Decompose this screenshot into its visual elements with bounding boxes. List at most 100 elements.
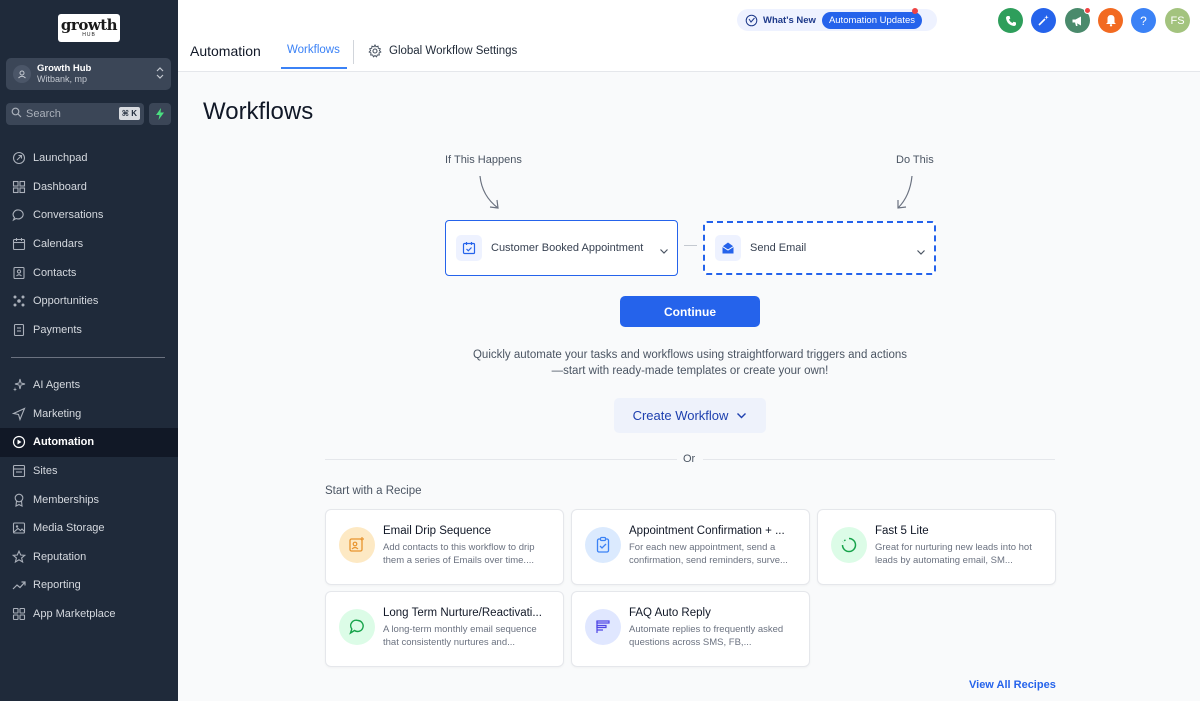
sidebar-item-label: Payments — [33, 323, 82, 336]
location-icon — [13, 65, 31, 83]
page-section-title: Automation — [190, 43, 261, 59]
logo[interactable]: growth HUB — [58, 14, 120, 42]
avatar[interactable]: FS — [1165, 8, 1190, 33]
sidebar-item-reporting[interactable]: Reporting — [0, 571, 178, 600]
sidebar-item-app-marketplace[interactable]: App Marketplace — [0, 600, 178, 629]
recipe-description: Great for nurturing new leads into hot l… — [875, 542, 1032, 566]
trigger-select[interactable]: Customer Booked Appointment — [445, 220, 678, 276]
tab-divider — [353, 40, 354, 64]
help-button[interactable]: ? — [1131, 8, 1156, 33]
dashboard-icon — [12, 180, 26, 193]
account-switcher[interactable]: Growth Hub Witbank, mp — [6, 58, 171, 90]
sidebar-item-memberships[interactable]: Memberships — [0, 485, 178, 514]
logo-text: growth — [60, 16, 118, 34]
sidebar-item-media-storage[interactable]: Media Storage — [0, 514, 178, 543]
payments-icon — [13, 323, 25, 336]
whats-new-icon — [745, 14, 758, 26]
sidebar-item-label: Opportunities — [33, 295, 99, 308]
sidebar-item-label: Dashboard — [33, 180, 87, 193]
tab-global-workflow-settings[interactable]: Global Workflow Settings — [368, 44, 517, 58]
magic-wand-icon — [1038, 15, 1049, 26]
magic-button[interactable] — [1031, 8, 1056, 33]
curved-arrow-icon — [479, 175, 499, 209]
action-select[interactable]: Send Email — [703, 221, 936, 275]
bell-icon — [1105, 15, 1116, 27]
sidebar-item-automation[interactable]: Automation — [0, 428, 178, 457]
recipe-title: Appointment Confirmation + ... — [629, 525, 785, 537]
sidebar-nav-secondary: AI Agents Marketing Automation Sites Mem… — [0, 371, 178, 628]
recipe-card-appointment-confirmation[interactable]: Appointment Confirmation + ... For each … — [571, 509, 810, 585]
view-all-recipes-link[interactable]: View All Recipes — [969, 679, 1056, 691]
email-open-icon — [715, 235, 741, 261]
sidebar-item-label: Reputation — [33, 550, 87, 563]
curved-arrow-icon — [897, 175, 913, 209]
sidebar-item-label: AI Agents — [33, 379, 81, 392]
sidebar-item-opportunities[interactable]: Opportunities — [0, 287, 178, 316]
whats-new-pill[interactable]: What's New Automation Updates — [737, 8, 937, 31]
page-title: Workflows — [203, 98, 314, 125]
automation-updates-badge[interactable]: Automation Updates — [821, 11, 923, 29]
sidebar-item-label: Sites — [33, 465, 58, 478]
automation-icon — [12, 436, 26, 449]
recipe-title: Long Term Nurture/Reactivati... — [383, 607, 542, 619]
email-drip-icon — [339, 527, 375, 563]
top-bar: Automation Workflows Global Workflow Set… — [178, 0, 1200, 72]
clipboard-check-icon — [585, 527, 621, 563]
sidebar-item-label: Memberships — [33, 493, 100, 506]
quick-actions-button[interactable] — [149, 103, 171, 125]
connector-line — [684, 245, 697, 246]
membership-icon — [14, 493, 24, 507]
sidebar-nav-primary: Launchpad Dashboard Conversations Calend… — [0, 144, 178, 344]
sidebar-item-calendars[interactable]: Calendars — [0, 230, 178, 259]
sidebar-item-label: Calendars — [33, 238, 84, 251]
sidebar-item-marketing[interactable]: Marketing — [0, 400, 178, 429]
calendar-check-icon — [456, 235, 482, 261]
recipe-card-faq-auto-reply[interactable]: FAQ Auto Reply Automate replies to frequ… — [571, 591, 810, 667]
account-location: Witbank, mp — [37, 74, 88, 84]
search-shortcut: ⌘ K — [118, 107, 140, 120]
announcements-button[interactable] — [1065, 7, 1091, 33]
sidebar-item-contacts[interactable]: Contacts — [0, 258, 178, 287]
recipe-description: Add contacts to this workflow to drip th… — [383, 542, 535, 566]
phone-icon — [1005, 15, 1016, 26]
sidebar-item-reputation[interactable]: Reputation — [0, 543, 178, 572]
sidebar-item-launchpad[interactable]: Launchpad — [0, 144, 178, 173]
sidebar-divider — [11, 357, 165, 358]
sidebar-item-ai-agents[interactable]: AI Agents — [0, 371, 178, 400]
chevron-down-icon — [916, 244, 926, 262]
notifications-button[interactable] — [1098, 8, 1123, 33]
star-icon — [12, 549, 26, 564]
search-box[interactable]: ⌘ K — [6, 103, 144, 125]
rocket-icon — [12, 152, 26, 165]
search-icon — [11, 105, 22, 123]
recipe-title: FAQ Auto Reply — [629, 607, 711, 619]
message-bubble-icon — [339, 609, 375, 645]
sidebar-item-label: Reporting — [33, 579, 81, 592]
search-input[interactable] — [26, 108, 116, 120]
recipe-card-fast-5-lite[interactable]: Fast 5 Lite Great for nurturing new lead… — [817, 509, 1056, 585]
recipe-description: For each new appointment, send a confirm… — [629, 542, 788, 566]
sparkle-icon — [13, 379, 26, 392]
sidebar-item-label: App Marketplace — [33, 608, 116, 621]
create-workflow-button[interactable]: Create Workflow — [614, 398, 766, 433]
recipe-heading: Start with a Recipe — [325, 485, 422, 497]
chevron-updown-icon — [156, 66, 164, 85]
do-this-label: Do This — [896, 154, 934, 166]
sidebar-item-payments[interactable]: Payments — [0, 316, 178, 345]
sidebar-item-sites[interactable]: Sites — [0, 457, 178, 486]
account-name: Growth Hub — [37, 63, 92, 74]
sidebar-item-label: Launchpad — [33, 152, 88, 165]
tab-label: Global Workflow Settings — [389, 45, 518, 57]
continue-button[interactable]: Continue — [620, 296, 760, 327]
recipe-title: Fast 5 Lite — [875, 525, 929, 537]
sidebar-item-dashboard[interactable]: Dashboard — [0, 173, 178, 202]
recipe-card-long-term-nurture[interactable]: Long Term Nurture/Reactivati... A long-t… — [325, 591, 564, 667]
sidebar-item-label: Conversations — [33, 209, 104, 222]
tab-workflows[interactable]: Workflows — [281, 44, 346, 69]
create-workflow-label: Create Workflow — [632, 408, 729, 423]
recipe-card-email-drip[interactable]: Email Drip Sequence Add contacts to this… — [325, 509, 564, 585]
sidebar-item-conversations[interactable]: Conversations — [0, 201, 178, 230]
sidebar-item-label: Media Storage — [33, 522, 105, 535]
send-icon — [12, 407, 26, 421]
phone-button[interactable] — [998, 8, 1023, 33]
